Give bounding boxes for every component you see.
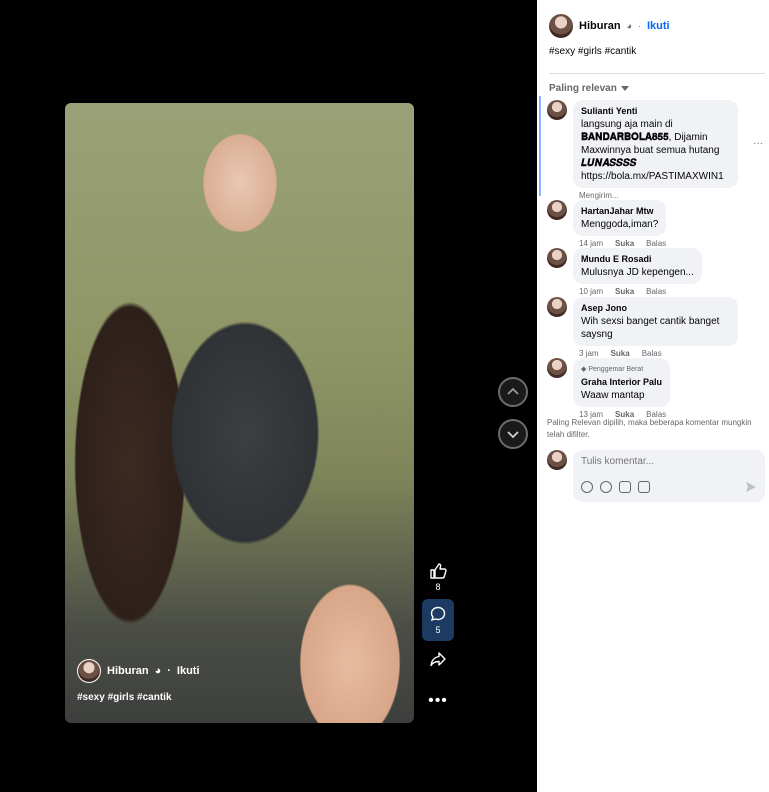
comment-input[interactable]	[581, 456, 751, 467]
sticker-icon[interactable]	[638, 481, 650, 493]
video-author-name[interactable]: Hiburan	[107, 665, 149, 677]
comment-reply-button[interactable]: Balas	[646, 239, 666, 248]
comment-bubble: Mundu E Rosadi Mulusnya JD kepengen...	[573, 248, 702, 284]
diamond-icon: ◆	[581, 366, 587, 373]
comment-item: Sulianti Yenti langsung aja main di 𝐁𝐀𝐍𝐃…	[547, 100, 738, 200]
video-hashtags[interactable]: #sexy #girls #cantik	[77, 692, 172, 703]
sort-label: Paling relevan	[549, 83, 617, 94]
video-player[interactable]: Hiburan ◕ · Ikuti #sexy #girls #cantik	[65, 103, 414, 723]
video-author-row: Hiburan ◕ · Ikuti	[77, 659, 200, 683]
comment-text-bold: 𝐁𝐀𝐍𝐃𝐀𝐑𝐁𝐎𝐋𝐀𝟖𝟓𝟓	[581, 132, 669, 143]
comment-item: HartanJahar Mtw Menggoda,iman? 14 jam Su…	[547, 200, 667, 248]
comment-bubble: HartanJahar Mtw Menggoda,iman?	[573, 200, 667, 236]
comment-meta: 3 jam Suka Balas	[573, 349, 738, 358]
comment-composer	[547, 450, 765, 502]
more-options-icon[interactable]: •••	[422, 692, 454, 710]
separator: ·	[167, 665, 171, 677]
video-follow-button[interactable]: Ikuti	[177, 665, 200, 677]
comment-input-box[interactable]	[573, 450, 765, 502]
video-stage: Hiburan ◕ · Ikuti #sexy #girls #cantik 8…	[0, 0, 537, 792]
previous-video-button[interactable]	[498, 377, 528, 407]
comment-options-icon[interactable]: ···	[753, 138, 763, 149]
comment-reply-button[interactable]: Balas	[646, 287, 666, 296]
fan-badge-label: Penggemar Berat	[588, 366, 644, 373]
comment-item: Mundu E Rosadi Mulusnya JD kepengen... 1…	[547, 248, 702, 296]
composer-tools	[581, 481, 650, 493]
avatar	[547, 450, 567, 470]
comment-item: ◆ Penggemar Berat Graha Interior Palu Wa…	[547, 358, 671, 419]
avatar[interactable]	[77, 659, 101, 683]
comment-bubble: Asep Jono Wih sexsi banget cantik banget…	[573, 297, 738, 346]
post-hashtags[interactable]: #sexy #girls #cantik	[549, 46, 636, 57]
comment-like-button[interactable]: Suka	[611, 349, 630, 358]
comment-item: Asep Jono Wih sexsi banget cantik banget…	[547, 297, 738, 358]
avatar[interactable]	[547, 100, 567, 120]
chevron-down-icon	[507, 431, 519, 439]
emoji-icon[interactable]	[600, 481, 612, 493]
send-icon[interactable]	[745, 481, 757, 493]
next-video-button[interactable]	[498, 419, 528, 449]
sort-dropdown[interactable]: Paling relevan	[549, 83, 629, 94]
comment-author[interactable]: HartanJahar Mtw	[581, 205, 658, 218]
comment-text: Menggoda,iman?	[581, 219, 659, 230]
globe-icon: ◕	[154, 665, 162, 677]
comment-reply-button[interactable]: Balas	[642, 349, 662, 358]
follow-button[interactable]: Ikuti	[647, 20, 670, 32]
comment-text-line: , Dijamin	[668, 132, 708, 143]
comment-author[interactable]: Graha Interior Palu	[581, 376, 662, 389]
thumbs-up-icon	[430, 563, 447, 579]
globe-icon: ◕	[626, 21, 632, 31]
comment-bubble-icon	[430, 606, 446, 622]
pending-indicator	[539, 96, 541, 196]
comment-time[interactable]: 14 jam	[579, 239, 603, 248]
comment-meta: 14 jam Suka Balas	[573, 239, 666, 248]
gif-icon[interactable]	[619, 481, 631, 493]
comment-status: Mengirim...	[579, 191, 619, 200]
comment-text-bold: 𝑳𝑼𝑵𝑨𝑺𝑺𝑺𝑺	[581, 158, 637, 169]
avatar[interactable]	[547, 200, 567, 220]
filter-notice: Paling Relevan dipilih, maka beberapa ko…	[547, 418, 752, 439]
fan-badge: ◆ Penggemar Berat	[581, 363, 662, 376]
comment-text-line: Maxwinnya buat semua hutang	[581, 145, 720, 156]
divider	[549, 73, 765, 74]
avatar[interactable]	[549, 14, 573, 38]
comment-meta: Mengirim...	[573, 191, 738, 200]
post-header: Hiburan ◕ · Ikuti	[549, 14, 670, 38]
like-button[interactable]: 8	[422, 562, 454, 592]
comment-time[interactable]: 3 jam	[579, 349, 599, 358]
avatar-sticker-icon[interactable]	[581, 481, 593, 493]
share-button[interactable]	[422, 650, 454, 668]
separator: ·	[638, 21, 641, 31]
comment-author[interactable]: Sulianti Yenti	[581, 105, 730, 118]
comment-author[interactable]: Mundu E Rosadi	[581, 253, 694, 266]
comments-panel: Hiburan ◕ · Ikuti #sexy #girls #cantik P…	[537, 0, 769, 792]
avatar[interactable]	[547, 358, 567, 378]
post-author-name[interactable]: Hiburan	[579, 20, 621, 32]
comment-like-button[interactable]: Suka	[615, 287, 634, 296]
comment-bubble: ◆ Penggemar Berat Graha Interior Palu Wa…	[573, 358, 671, 407]
comment-text-line: langsung aja main di	[581, 119, 673, 130]
chevron-up-icon	[507, 387, 519, 395]
comment-author[interactable]: Asep Jono	[581, 302, 730, 315]
avatar[interactable]	[547, 297, 567, 317]
share-arrow-icon	[430, 652, 446, 667]
comment-text: Waaw mantap	[581, 390, 645, 401]
comment-like-button[interactable]: Suka	[615, 239, 634, 248]
comment-meta: 10 jam Suka Balas	[573, 287, 702, 296]
like-count: 8	[435, 582, 441, 592]
comment-count: 5	[435, 625, 441, 635]
comment-bubble: Sulianti Yenti langsung aja main di 𝐁𝐀𝐍𝐃…	[573, 100, 738, 188]
comment-time[interactable]: 10 jam	[579, 287, 603, 296]
comment-link[interactable]: https://bola.mx/PASTIMAXWIN1	[581, 171, 724, 182]
comment-button[interactable]: 5	[422, 599, 454, 641]
comment-text: Wih sexsi banget cantik banget saysng	[581, 316, 720, 340]
avatar[interactable]	[547, 248, 567, 268]
caret-down-icon	[620, 85, 629, 91]
comment-text: Mulusnya JD kepengen...	[581, 267, 694, 278]
